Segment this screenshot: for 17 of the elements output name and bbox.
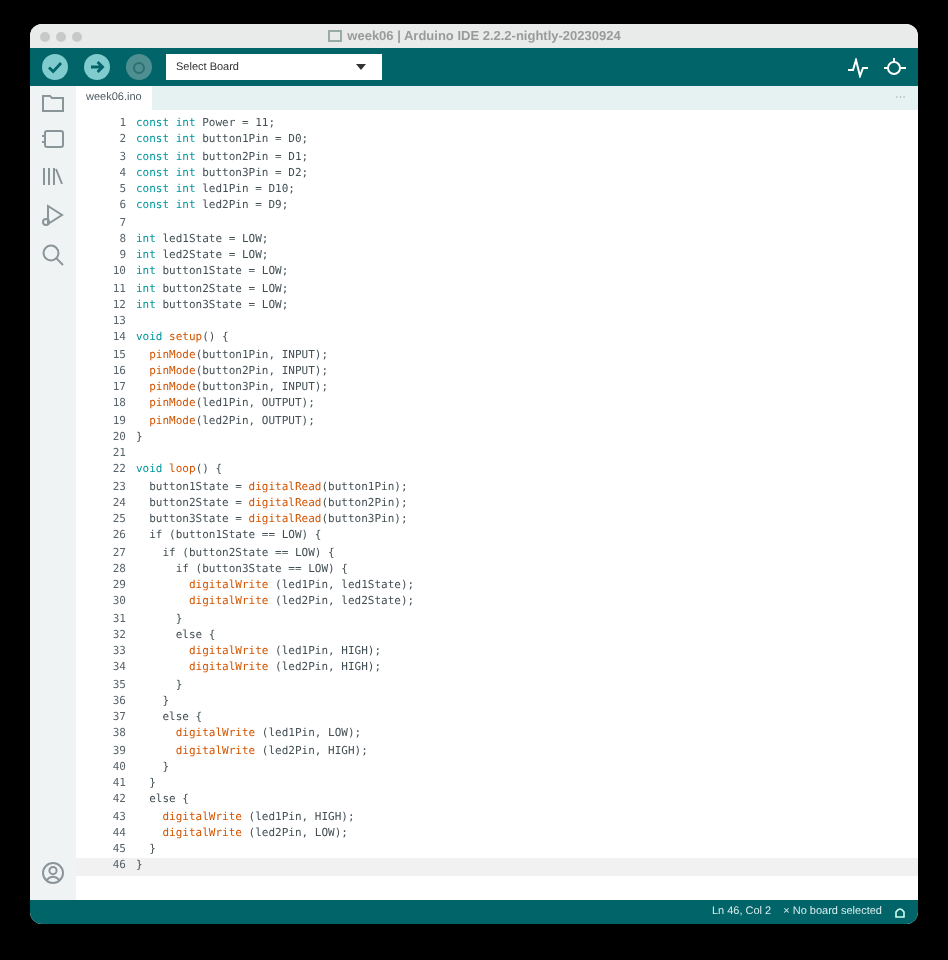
debug-icon[interactable] [42,204,64,226]
verify-button[interactable] [42,54,68,80]
serial-monitor-icon[interactable] [884,57,906,77]
serial-plotter-icon[interactable] [848,57,868,77]
zoom-button[interactable] [72,31,82,41]
library-icon[interactable] [42,166,64,186]
debug-button[interactable] [126,54,152,80]
account-icon[interactable] [42,862,64,884]
board-icon[interactable] [42,130,64,148]
upload-button[interactable] [84,54,110,80]
document-icon [327,30,342,42]
bell-icon[interactable] [894,905,906,919]
close-button[interactable] [40,31,50,41]
caret-icon [356,64,366,70]
search-icon[interactable] [42,244,64,266]
folder-icon[interactable] [42,94,64,112]
minimize-button[interactable] [56,31,66,41]
